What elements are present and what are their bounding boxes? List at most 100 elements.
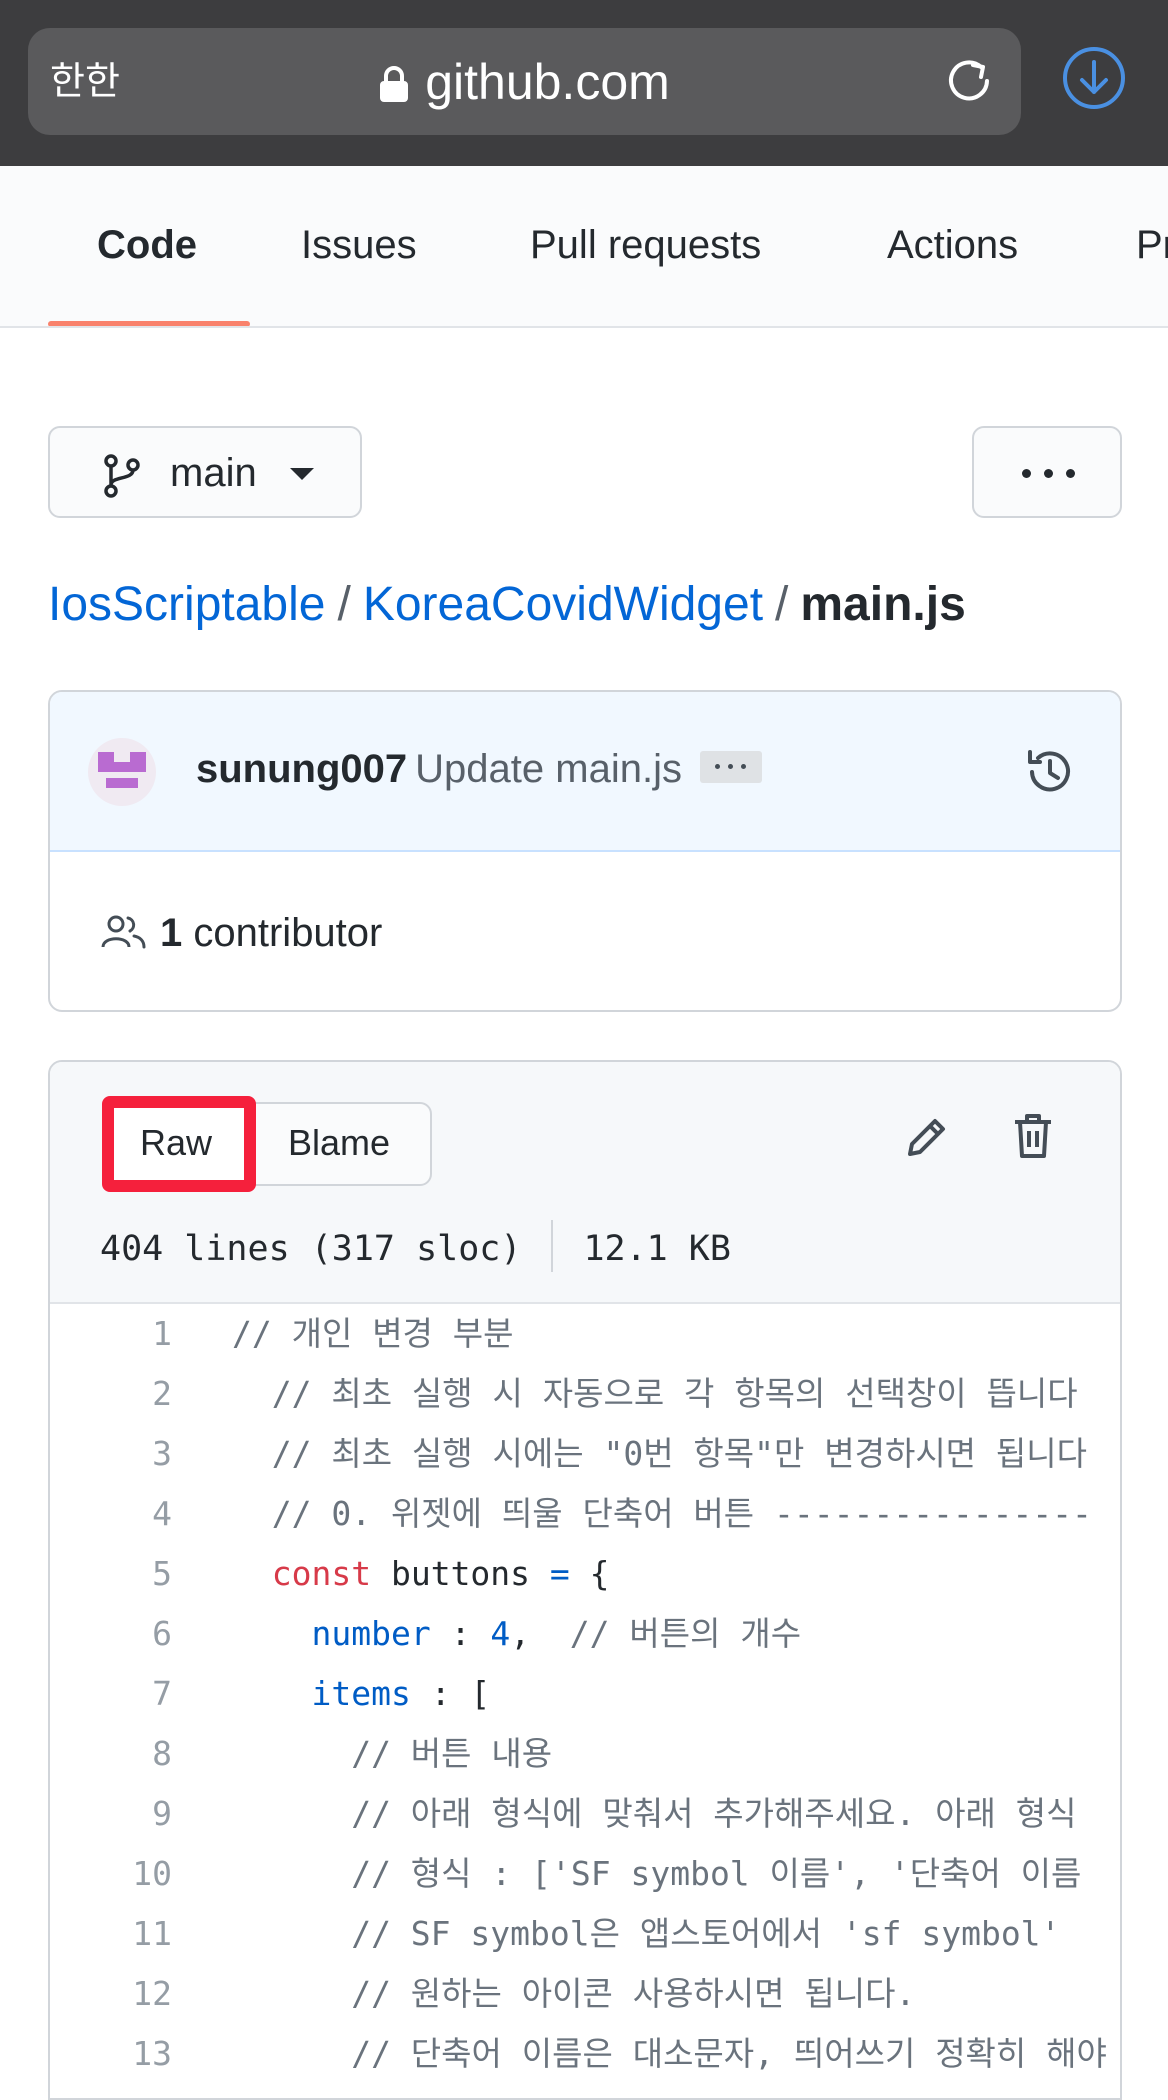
line-number[interactable]: 4 — [50, 1484, 172, 1544]
code-token: // 원하는 아이콘 사용하시면 됩니다. — [232, 1974, 916, 2013]
tab-actions[interactable]: Actions — [887, 166, 1018, 326]
code-token: : [ — [410, 1674, 491, 1713]
line-content: // 아래 형식에 맞춰서 추가해주세요. 아래 형식 — [232, 1784, 1077, 1844]
lock-icon — [379, 58, 409, 114]
chevron-down-icon — [290, 468, 314, 480]
info-divider — [551, 1220, 554, 1272]
line-content: // 0. 위젯에 띄울 단축어 버튼 ---------------- — [232, 1484, 1092, 1544]
code-token: // 개인 변경 부분 — [232, 1314, 514, 1353]
url-text: github.com — [425, 54, 670, 110]
line-number[interactable]: 1 — [50, 1304, 172, 1364]
code-token: // 버튼의 개수 — [569, 1614, 802, 1653]
expand-commit-button[interactable] — [699, 751, 762, 784]
code-line: 3 // 최초 실행 시에는 "0번 항목"만 변경하시면 됩니다 — [50, 1424, 1120, 1484]
active-tab-indicator — [48, 321, 250, 326]
breadcrumb-folder-link[interactable]: KoreaCovidWidget — [363, 578, 763, 631]
code-token: const — [271, 1554, 372, 1593]
line-number[interactable]: 9 — [50, 1784, 172, 1844]
line-content: const buttons = { — [232, 1544, 610, 1604]
code-line: 12 // 원하는 아이콘 사용하시면 됩니다. — [50, 1964, 1120, 2024]
code-line: 2 // 최초 실행 시 자동으로 각 항목의 선택창이 뜹니다 — [50, 1364, 1120, 1424]
commit-message[interactable]: Update main.js — [415, 747, 682, 791]
line-number[interactable]: 10 — [50, 1844, 172, 1904]
code-line: 11 // SF symbol은 앱스토어에서 'sf symbol' — [50, 1904, 1120, 1964]
breadcrumb-separator: / — [337, 578, 351, 631]
code-token: // 0. 위젯에 띄울 단축어 버튼 ---------------- — [232, 1494, 1092, 1533]
avatar[interactable] — [88, 738, 156, 806]
line-content: // 단축어 이름은 대소문자, 띄어쓰기 정확히 해야 — [232, 2024, 1107, 2084]
code-token: // 최초 실행 시 자동으로 각 항목의 선택창이 뜹니다 — [232, 1374, 1078, 1413]
file-line-count: 404 lines (317 sloc) — [100, 1229, 522, 1269]
contributors-label: contributor — [193, 911, 383, 955]
reload-icon[interactable] — [943, 55, 995, 112]
code-token: , — [510, 1614, 570, 1653]
tab-pull-requests[interactable]: Pull requests — [530, 166, 761, 326]
branch-name: main — [170, 451, 257, 495]
line-content: number : 4, // 버튼의 개수 — [232, 1604, 801, 1664]
code-token: number — [311, 1614, 431, 1653]
tab-code[interactable]: Code — [97, 166, 197, 326]
line-number[interactable]: 2 — [50, 1364, 172, 1424]
edit-pencil-icon[interactable] — [904, 1114, 950, 1165]
url-display[interactable]: github.com — [28, 54, 1021, 114]
branch-selector[interactable]: main — [48, 426, 362, 518]
history-icon[interactable] — [1022, 744, 1078, 805]
line-number[interactable]: 6 — [50, 1604, 172, 1664]
line-number[interactable]: 13 — [50, 2024, 172, 2084]
code-token: buttons — [371, 1554, 550, 1593]
contributors[interactable]: 1 contributor — [100, 910, 382, 956]
line-content: // SF symbol은 앱스토어에서 'sf symbol' — [232, 1904, 1060, 1964]
line-content: // 버튼 내용 — [232, 1724, 552, 1784]
breadcrumb-separator: / — [775, 578, 789, 631]
breadcrumb-repo-link[interactable]: IosScriptable — [48, 578, 325, 631]
line-number[interactable]: 11 — [50, 1904, 172, 1964]
file-viewer: Raw Blame 404 lines (317 sloc) 12.1 KB 1 /… — [48, 1060, 1122, 2100]
line-number[interactable]: 3 — [50, 1424, 172, 1484]
line-content: // 형식 : ['SF symbol 이름', '단축어 이름 — [232, 1844, 1081, 1904]
kebab-dot — [1022, 469, 1031, 478]
code-line: 7 items : [ — [50, 1664, 1120, 1724]
commit-author[interactable]: sunung007 — [196, 747, 407, 791]
line-number[interactable]: 12 — [50, 1964, 172, 2024]
line-number[interactable]: 5 — [50, 1544, 172, 1604]
code-listing: 1 // 개인 변경 부분 2 // 최초 실행 시 자동으로 각 항목의 선택창이… — [50, 1304, 1120, 2084]
browser-toolbar: 한한 github.com — [0, 0, 1168, 166]
code-line: 13 // 단축어 이름은 대소문자, 띄어쓰기 정확히 해야 — [50, 2024, 1120, 2084]
code-line: 6 number : 4, // 버튼의 개수 — [50, 1604, 1120, 1664]
kebab-dot — [1044, 469, 1053, 478]
commit-header: sunung007 Update main.js — [50, 692, 1120, 852]
latest-commit-box: sunung007 Update main.js 1 contributor — [48, 690, 1122, 1012]
line-content: // 최초 실행 시에는 "0번 항목"만 변경하시면 됩니다 — [232, 1424, 1087, 1484]
blame-button[interactable]: Blame — [288, 1122, 390, 1164]
code-line: 8 // 버튼 내용 — [50, 1724, 1120, 1784]
contributors-count: 1 — [160, 911, 183, 955]
breadcrumb-current-file: main.js — [800, 578, 966, 631]
file-header: Raw Blame 404 lines (317 sloc) 12.1 KB — [50, 1062, 1120, 1304]
kebab-dot — [1066, 469, 1075, 478]
code-token: : — [430, 1614, 491, 1653]
code-token: { — [569, 1554, 610, 1593]
code-token: // SF symbol은 앱스토어에서 'sf symbol' — [232, 1914, 1061, 1953]
file-info: 404 lines (317 sloc) 12.1 KB — [100, 1220, 731, 1276]
tab-issues[interactable]: Issues — [301, 166, 417, 326]
code-token: // 아래 형식에 맞춰서 추가해주세요. 아래 형식 — [232, 1794, 1077, 1833]
code-line: 1 // 개인 변경 부분 — [50, 1304, 1120, 1364]
address-bar[interactable]: 한한 github.com — [28, 28, 1021, 135]
breadcrumb: IosScriptable / KoreaCovidWidget / main.js — [48, 576, 966, 634]
tab-projects[interactable]: Pr — [1136, 166, 1168, 326]
more-options-button[interactable] — [972, 426, 1122, 518]
raw-button-label[interactable]: Raw — [140, 1122, 212, 1164]
line-number[interactable]: 7 — [50, 1664, 172, 1724]
download-icon[interactable] — [1062, 46, 1126, 110]
git-branch-icon — [102, 454, 142, 503]
repo-nav: Code Issues Pull requests Actions Pr — [0, 166, 1168, 328]
trash-icon[interactable] — [1012, 1112, 1054, 1165]
line-content: // 개인 변경 부분 — [232, 1304, 514, 1364]
code-token: items — [311, 1674, 411, 1713]
code-line: 5 const buttons = { — [50, 1544, 1120, 1604]
line-content: items : [ — [232, 1664, 490, 1724]
line-number[interactable]: 8 — [50, 1724, 172, 1784]
code-token: // 형식 : ['SF symbol 이름', '단축어 이름 — [232, 1854, 1082, 1893]
